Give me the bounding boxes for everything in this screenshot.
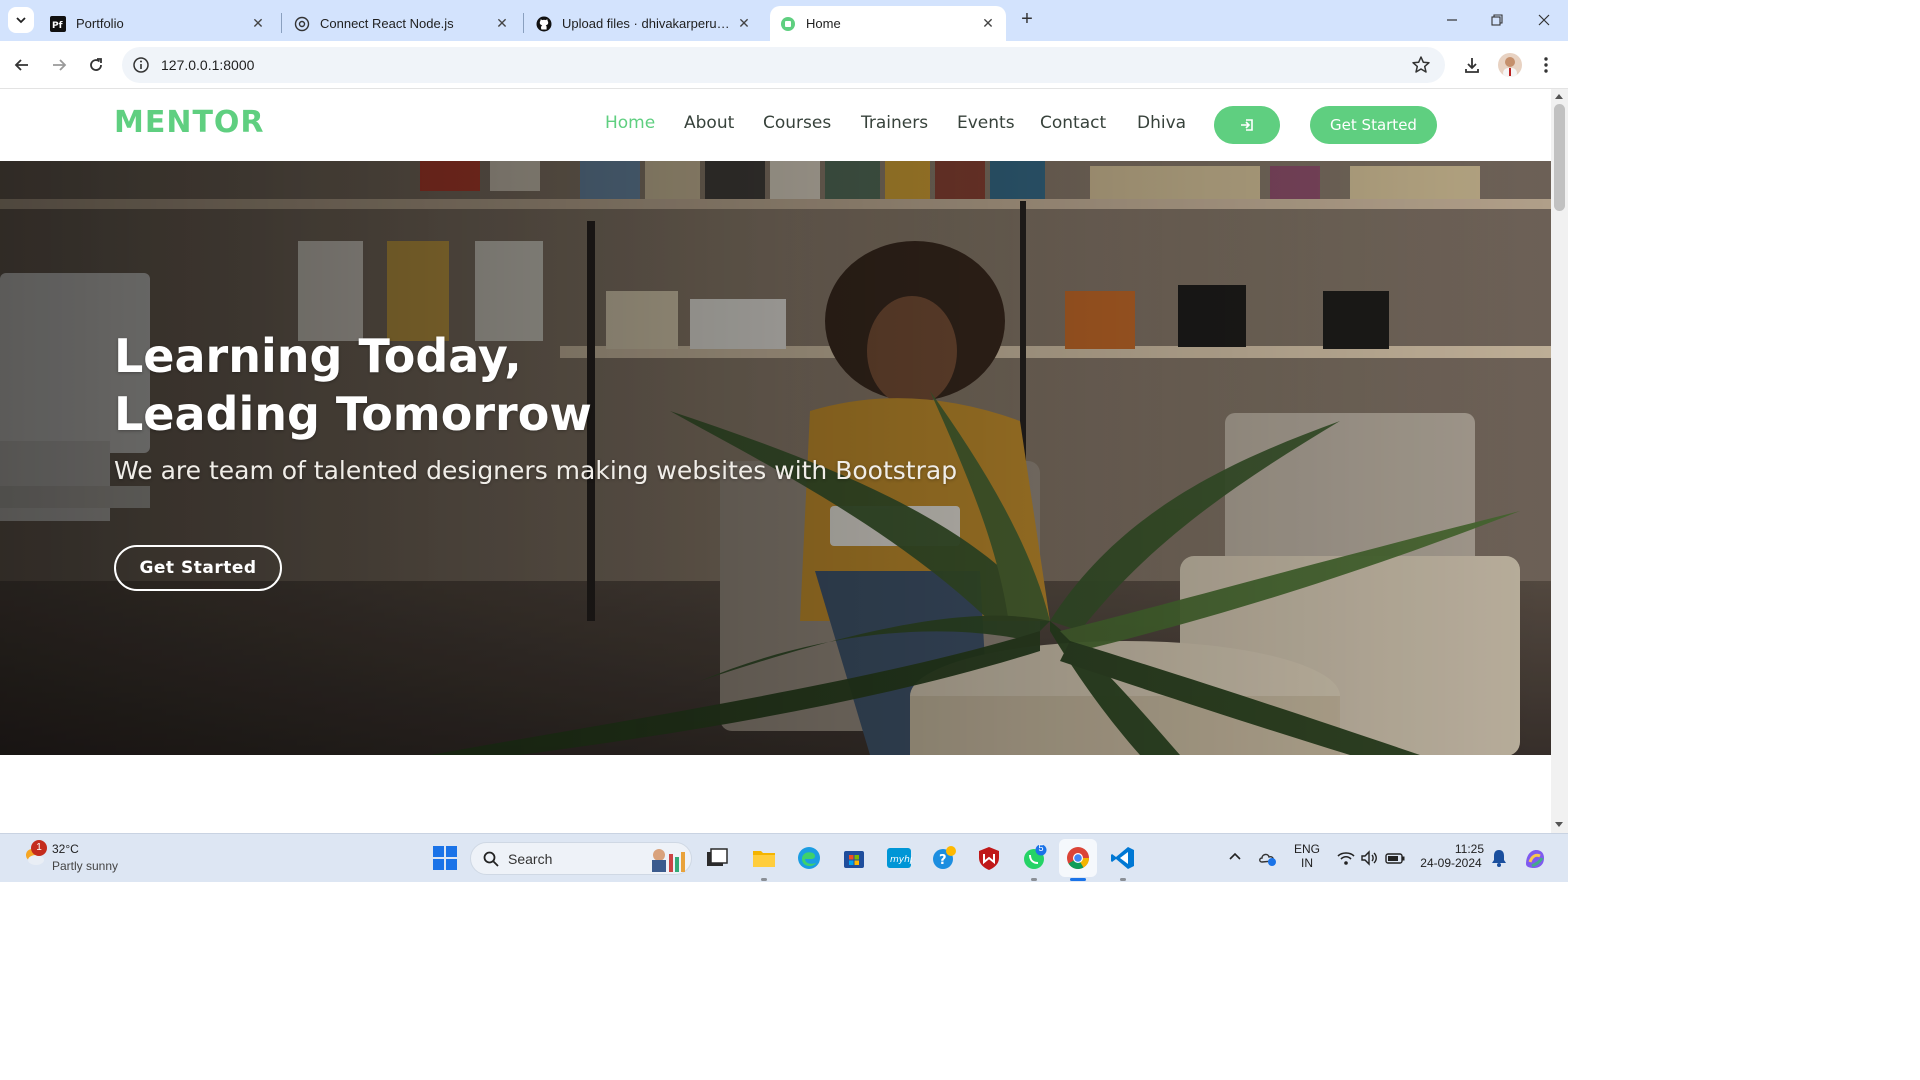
- header-get-started-button[interactable]: Get Started: [1310, 106, 1437, 144]
- nav-contact[interactable]: Contact: [1040, 113, 1106, 133]
- wifi-icon[interactable]: [1336, 848, 1356, 868]
- hero-get-started-button[interactable]: Get Started: [114, 545, 282, 591]
- svg-text:?: ?: [939, 853, 947, 868]
- tab-title: Connect React Node.js: [320, 16, 454, 31]
- get-help-icon[interactable]: ?: [931, 845, 957, 871]
- notification-bell-icon[interactable]: [1490, 848, 1508, 868]
- forward-icon[interactable]: [47, 53, 71, 77]
- tab-title: Home: [806, 16, 841, 31]
- search-icon: [483, 851, 499, 867]
- site-info-icon[interactable]: [132, 56, 150, 74]
- hero-title-line-2: Leading Tomorrow: [114, 387, 592, 441]
- profile-avatar[interactable]: [1498, 53, 1522, 77]
- running-indicator: [1031, 878, 1037, 881]
- minimize-icon[interactable]: [1440, 8, 1464, 32]
- scroll-down-arrow-icon[interactable]: [1555, 822, 1563, 827]
- running-indicator: [761, 878, 767, 881]
- restore-icon[interactable]: [1485, 8, 1509, 32]
- copilot-icon[interactable]: [1522, 846, 1548, 872]
- tab-connect-react[interactable]: Connect React Node.js ✕: [284, 6, 520, 41]
- close-icon[interactable]: ✕: [494, 15, 510, 32]
- hero-title-line-1: Learning Today,: [114, 329, 522, 383]
- file-explorer-icon[interactable]: [751, 845, 777, 871]
- whatsapp-badge: 5: [1038, 843, 1044, 853]
- weather-temperature[interactable]: 32°C: [52, 842, 79, 856]
- tab-title: Upload files · dhivakarperumal/: [562, 16, 736, 31]
- reload-icon[interactable]: [84, 53, 108, 77]
- language-line-2: IN: [1301, 856, 1313, 870]
- nav-trainers[interactable]: Trainers: [861, 113, 928, 133]
- chevron-down-icon: [16, 17, 26, 24]
- language-indicator[interactable]: ENG IN: [1290, 842, 1324, 870]
- login-button[interactable]: [1214, 106, 1280, 144]
- chevron-up-icon[interactable]: [1226, 848, 1244, 866]
- back-icon[interactable]: [10, 53, 34, 77]
- tab-home[interactable]: Home ✕: [770, 6, 1006, 41]
- nav-home[interactable]: Home: [605, 113, 655, 133]
- clock-time: 11:25: [1454, 842, 1484, 856]
- login-icon: [1241, 119, 1253, 131]
- edge-browser-icon[interactable]: [796, 845, 822, 871]
- clock[interactable]: 11:25 24-09-2024: [1414, 842, 1488, 870]
- windows-start-icon[interactable]: [432, 845, 458, 871]
- clock-date: 24-09-2024: [1420, 856, 1482, 870]
- site-favicon: [780, 16, 796, 32]
- bookmark-star-icon[interactable]: [1411, 55, 1431, 75]
- search-highlight-icon: [652, 849, 685, 872]
- github-favicon: [536, 16, 552, 32]
- weather-notification-badge: 1: [31, 840, 47, 856]
- weather-description[interactable]: Partly sunny: [52, 859, 118, 873]
- svg-text:Pf: Pf: [52, 21, 63, 31]
- address-bar[interactable]: 127.0.0.1:8000: [122, 47, 1445, 83]
- tab-separator: [523, 13, 524, 33]
- taskbar-search[interactable]: Search: [470, 842, 692, 875]
- onedrive-icon[interactable]: [1258, 848, 1278, 868]
- windows-taskbar: 1 32°C Partly sunny Search myhp ? 5: [0, 833, 1568, 882]
- page-scrollbar[interactable]: [1551, 89, 1568, 833]
- tab-portfolio[interactable]: Pf Portfolio ✕: [40, 6, 276, 41]
- chatgpt-favicon: [294, 16, 310, 32]
- hero-subtitle: We are team of talented designers making…: [114, 456, 958, 485]
- scroll-up-arrow-icon[interactable]: [1555, 94, 1563, 99]
- tab-github-upload[interactable]: Upload files · dhivakarperumal/ ✕: [526, 6, 762, 41]
- nav-courses[interactable]: Courses: [763, 113, 831, 133]
- microsoft-store-icon[interactable]: [841, 845, 867, 871]
- close-icon[interactable]: ✕: [980, 15, 996, 32]
- search-label: Search: [508, 851, 553, 867]
- task-view-icon[interactable]: [704, 845, 730, 871]
- site-header: MENTOR Home About Courses Trainers Event…: [0, 89, 1551, 161]
- pf-favicon: Pf: [50, 15, 66, 32]
- nav-events[interactable]: Events: [957, 113, 1015, 133]
- vscode-icon[interactable]: [1110, 845, 1136, 871]
- running-indicator: [1120, 878, 1126, 881]
- browser-tab-strip: Pf Portfolio ✕ Connect React Node.js ✕ U…: [0, 0, 1568, 41]
- hero-section: Learning Today, Leading Tomorrow We are …: [0, 161, 1551, 755]
- nav-user-dhiva[interactable]: Dhiva: [1137, 113, 1186, 133]
- nav-about[interactable]: About: [684, 113, 734, 133]
- chrome-icon[interactable]: [1065, 845, 1091, 871]
- svg-text:myhp: myhp: [890, 855, 912, 865]
- hero-title: Learning Today, Leading Tomorrow: [114, 327, 814, 443]
- page-viewport: MENTOR Home About Courses Trainers Event…: [0, 89, 1551, 833]
- language-line-1: ENG: [1293, 842, 1320, 856]
- mcafee-icon[interactable]: [976, 845, 1002, 871]
- url-text: 127.0.0.1:8000: [161, 57, 255, 73]
- new-tab-button[interactable]: +: [1016, 9, 1038, 31]
- tab-search-button[interactable]: [8, 7, 34, 33]
- browser-toolbar: 127.0.0.1:8000: [0, 41, 1568, 89]
- tab-separator: [281, 13, 282, 33]
- download-icon[interactable]: [1460, 53, 1484, 77]
- more-menu-icon[interactable]: [1534, 53, 1558, 77]
- whatsapp-icon[interactable]: 5: [1021, 843, 1047, 871]
- close-icon[interactable]: ✕: [736, 15, 752, 32]
- myhp-icon[interactable]: myhp: [886, 845, 916, 871]
- scroll-thumb[interactable]: [1554, 104, 1565, 211]
- active-indicator: [1070, 878, 1086, 881]
- window-close-icon[interactable]: [1532, 8, 1556, 32]
- site-logo[interactable]: MENTOR: [114, 105, 265, 140]
- close-icon[interactable]: ✕: [250, 15, 266, 32]
- volume-icon[interactable]: [1359, 848, 1379, 868]
- battery-icon[interactable]: [1384, 848, 1406, 868]
- tab-title: Portfolio: [76, 16, 124, 31]
